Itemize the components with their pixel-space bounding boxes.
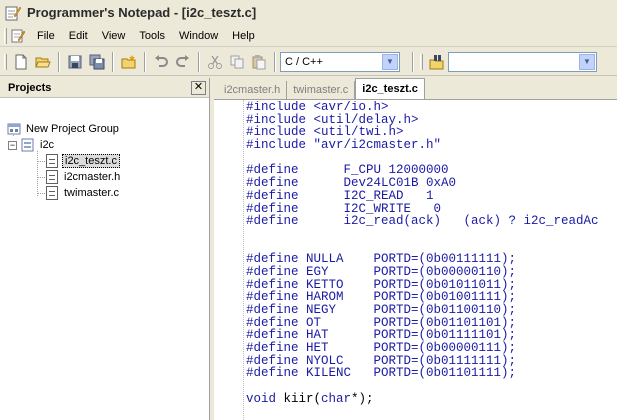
new-file-icon: [15, 54, 27, 69]
tree-item-label: twimaster.c: [64, 187, 120, 199]
tree-item-file[interactable]: twimaster.c: [46, 185, 121, 201]
save-button[interactable]: [65, 52, 85, 72]
chevron-down-icon[interactable]: ▼: [382, 53, 398, 70]
save-all-button[interactable]: [87, 52, 107, 72]
toolbar-grip[interactable]: [420, 53, 423, 70]
code-line: #define i2c_read(ack) (ack) ? i2c_readAc: [246, 214, 599, 229]
title-bar[interactable]: Programmer's Notepad - [i2c_teszt.c]: [0, 0, 617, 25]
language-select-value: C / C++: [285, 55, 323, 68]
file-icon: [46, 186, 58, 200]
menu-edit[interactable]: Edit: [62, 26, 95, 46]
tree-item-project[interactable]: − i2c: [8, 137, 56, 153]
editor-area: i2cmaster.h twimaster.c i2c_teszt.c #inc…: [214, 78, 617, 420]
file-icon: [46, 154, 58, 168]
notepad-app-icon[interactable]: [5, 5, 22, 21]
code-line: #define KILENC PORTD=(0b01101111);: [246, 366, 517, 381]
menu-window[interactable]: Window: [172, 26, 225, 46]
paste-button[interactable]: [249, 52, 269, 72]
projects-header: Projects ✕: [0, 78, 209, 98]
toolbar-separator: [412, 51, 414, 72]
tree-item-label: New Project Group: [26, 123, 119, 135]
save-all-icon: [89, 54, 105, 69]
open-file-button[interactable]: [33, 52, 53, 72]
project-group-icon: [7, 123, 21, 135]
tab-i2c-teszt-c[interactable]: i2c_teszt.c: [355, 78, 425, 99]
copy-button[interactable]: [227, 52, 247, 72]
copy-icon: [230, 55, 244, 68]
toolbar-separator: [198, 51, 200, 72]
search-combo[interactable]: ▼: [448, 51, 597, 72]
menu-help[interactable]: Help: [225, 26, 262, 46]
document-pencil-icon[interactable]: [10, 28, 26, 44]
redo-button[interactable]: [173, 52, 193, 72]
tree-item-label: i2cmaster.h: [64, 171, 121, 183]
line-margin[interactable]: [214, 100, 244, 420]
file-icon: [46, 170, 58, 184]
redo-icon: [176, 54, 189, 67]
tree-item-file[interactable]: i2cmaster.h: [46, 169, 122, 185]
code-editor[interactable]: #include <avr/io.h> #include <util/delay.…: [246, 101, 617, 420]
menubar-grip[interactable]: [4, 27, 7, 44]
find-folder-icon: [429, 54, 444, 69]
undo-button[interactable]: [151, 52, 171, 72]
save-disk-icon: [68, 55, 82, 68]
collapse-icon[interactable]: −: [8, 140, 17, 150]
new-file-button[interactable]: [11, 52, 31, 72]
toolbar-separator: [58, 51, 60, 72]
tree-item-project-group[interactable]: New Project Group: [6, 121, 121, 137]
tree-item-label: i2c: [40, 139, 55, 151]
editor-tabs: i2cmaster.h twimaster.c i2c_teszt.c: [214, 78, 617, 100]
toolbar-separator: [112, 51, 114, 72]
project-icon: [21, 138, 34, 152]
window-title: Programmer's Notepad - [i2c_teszt.c]: [27, 5, 257, 20]
tab-i2cmaster-h[interactable]: i2cmaster.h: [218, 81, 288, 99]
menu-bar: File Edit View Tools Window Help: [0, 25, 617, 47]
scissors-icon: [208, 55, 222, 69]
main-toolbar: C / C++ ▼ ▼: [0, 48, 617, 76]
toolbar-grip[interactable]: [4, 53, 7, 70]
open-folder-icon: [35, 57, 51, 67]
tree-item-label: i2c_teszt.c: [62, 154, 120, 168]
menu-file[interactable]: File: [30, 26, 62, 46]
cut-button[interactable]: [205, 52, 225, 72]
toolbar-separator: [274, 51, 276, 72]
code-line: #include "avr/i2cmaster.h": [246, 138, 442, 153]
projects-title: Projects: [8, 81, 52, 94]
close-icon[interactable]: ✕: [191, 80, 206, 95]
open-project-button[interactable]: [119, 52, 139, 72]
toolbar-separator: [144, 51, 146, 72]
folder-star-icon: [121, 54, 136, 68]
tree-item-file[interactable]: i2c_teszt.c: [46, 153, 120, 169]
undo-icon: [155, 54, 168, 67]
code-line: void kiir(char*);: [246, 391, 374, 406]
chevron-down-icon[interactable]: ▼: [579, 53, 595, 70]
projects-panel: Projects ✕ New Project Group − i2c i2c_t…: [0, 78, 210, 420]
menu-view[interactable]: View: [95, 26, 133, 46]
tab-twimaster-c[interactable]: twimaster.c: [287, 81, 356, 99]
menu-tools[interactable]: Tools: [132, 26, 172, 46]
paste-icon: [252, 54, 266, 69]
language-select[interactable]: C / C++ ▼: [280, 51, 400, 72]
find-in-files-button[interactable]: [427, 52, 447, 72]
